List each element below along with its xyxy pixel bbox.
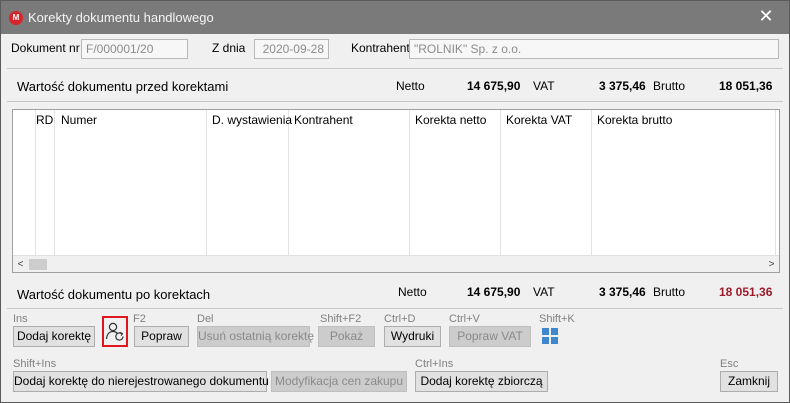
shortcut-ctrl-d: Ctrl+D: [384, 313, 416, 325]
grid-view-icon[interactable]: [542, 328, 559, 345]
horizontal-scrollbar[interactable]: < >: [13, 255, 779, 272]
divider: [7, 68, 783, 69]
scrollbar-thumb[interactable]: [29, 259, 47, 270]
column-header-correction-vat[interactable]: Korekta VAT: [506, 113, 572, 127]
column-divider: [35, 110, 36, 255]
after-brutto-value: 18 051,36: [719, 285, 773, 299]
column-divider: [54, 110, 55, 255]
doc-nr-label: Dokument nr: [11, 41, 80, 55]
column-header-correction-brutto[interactable]: Korekta brutto: [597, 113, 672, 127]
divider: [7, 101, 783, 102]
before-vat-label: VAT: [533, 79, 555, 93]
before-netto-label: Netto: [396, 79, 425, 93]
delete-last-correction-button[interactable]: Usuń ostatnią korektę: [197, 326, 314, 347]
after-corrections-title: Wartość dokumentu po korektach: [17, 287, 211, 302]
contractor-label: Kontrahent: [351, 41, 410, 55]
scroll-right-icon[interactable]: >: [764, 257, 779, 272]
shortcut-del: Del: [197, 313, 214, 325]
add-collective-correction-button[interactable]: Dodaj korektę zbiorczą: [415, 371, 548, 392]
after-vat-label: VAT: [533, 285, 555, 299]
title-bar[interactable]: M Korekty dokumentu handlowego ✕: [1, 1, 789, 34]
prints-button[interactable]: Wydruki: [384, 326, 441, 347]
modify-purchase-prices-button[interactable]: Modyfikacja cen zakupu: [271, 371, 407, 392]
column-header-rd[interactable]: RD: [36, 113, 53, 127]
after-netto-label: Netto: [398, 285, 427, 299]
doc-nr-field[interactable]: F/000001/20: [81, 39, 188, 59]
shortcut-ins: Ins: [13, 313, 28, 325]
fix-vat-button[interactable]: Popraw VAT: [449, 326, 531, 347]
shortcut-esc: Esc: [720, 358, 739, 370]
window-title: Korekty dokumentu handlowego: [28, 10, 214, 25]
user-refresh-icon: [105, 322, 124, 341]
column-header-numer[interactable]: Numer: [61, 113, 97, 127]
row-indicator-column: [13, 110, 35, 255]
dialog-window: M Korekty dokumentu handlowego ✕ Dokumen…: [0, 0, 790, 403]
column-divider: [775, 110, 776, 255]
add-unregistered-correction-button[interactable]: Dodaj korektę do nierejestrowanego dokum…: [13, 371, 269, 392]
shortcut-shift-ins: Shift+Ins: [13, 358, 57, 370]
column-header-contractor[interactable]: Kontrahent: [294, 113, 353, 127]
after-netto-value: 14 675,90: [467, 285, 521, 299]
column-divider: [500, 110, 501, 255]
add-correction-button[interactable]: Dodaj korektę: [13, 326, 95, 347]
before-brutto-label: Brutto: [653, 79, 686, 93]
column-header-correction-netto[interactable]: Korekta netto: [415, 113, 486, 127]
before-vat-value: 3 375,46: [599, 79, 646, 93]
column-divider: [591, 110, 592, 255]
shortcut-f2: F2: [133, 313, 146, 325]
shortcut-shift-k: Shift+K: [539, 313, 575, 325]
shortcut-ctrl-v: Ctrl+V: [449, 313, 480, 325]
column-header-issue-date[interactable]: D. wystawienia: [212, 113, 292, 127]
contractor-field[interactable]: "ROLNIK" Sp. z o.o.: [409, 39, 779, 59]
close-icon[interactable]: ✕: [757, 7, 775, 25]
before-brutto-value: 18 051,36: [719, 79, 773, 93]
date-label: Z dnia: [212, 41, 246, 55]
after-brutto-label: Brutto: [653, 285, 686, 299]
before-corrections-title: Wartość dokumentu przed korektami: [17, 79, 229, 94]
close-button[interactable]: Zamknij: [720, 371, 778, 392]
column-divider: [409, 110, 410, 255]
shortcut-ctrl-ins: Ctrl+Ins: [415, 358, 454, 370]
before-netto-value: 14 675,90: [467, 79, 521, 93]
after-vat-value: 3 375,46: [599, 285, 646, 299]
column-divider: [206, 110, 207, 255]
scroll-left-icon[interactable]: <: [13, 257, 28, 272]
user-refresh-button[interactable]: [102, 316, 128, 347]
show-button[interactable]: Pokaż: [318, 326, 375, 347]
date-field[interactable]: 2020-09-28: [254, 39, 329, 59]
divider: [7, 308, 783, 309]
corrections-table[interactable]: RD Numer D. wystawienia Kontrahent Korek…: [12, 109, 780, 273]
correct-button[interactable]: Popraw: [134, 326, 189, 347]
shortcut-shift-f2: Shift+F2: [320, 313, 362, 325]
app-logo-icon: M: [9, 11, 23, 25]
column-divider: [288, 110, 289, 255]
